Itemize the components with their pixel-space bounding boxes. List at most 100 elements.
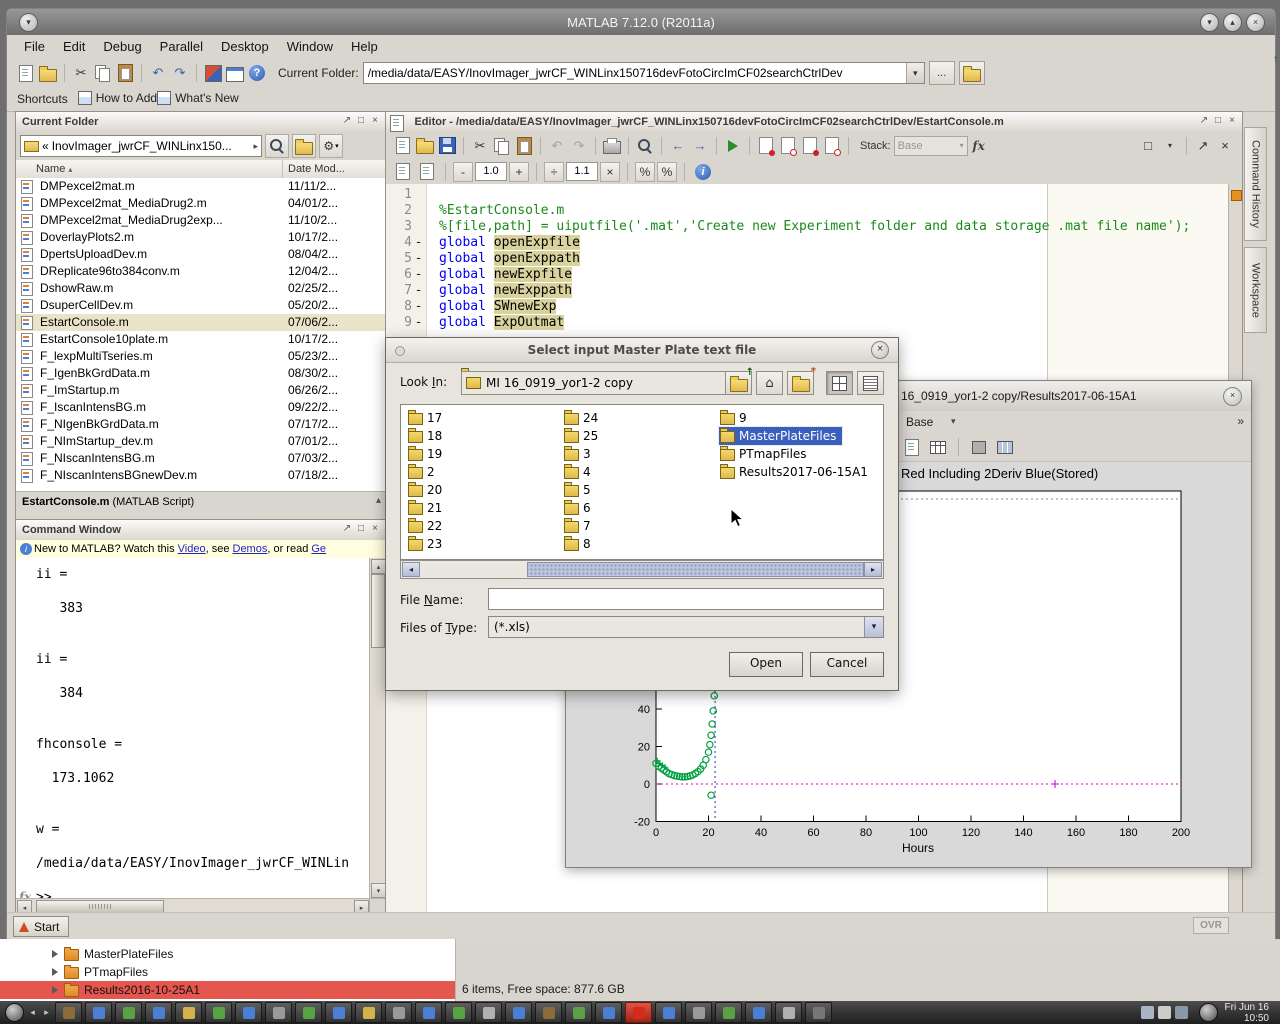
column-header-name[interactable]: Name ▴ bbox=[36, 163, 72, 175]
menu-edit[interactable]: Edit bbox=[54, 35, 94, 54]
file-row[interactable]: F_ImStartup.m06/26/2... bbox=[16, 382, 385, 399]
set-breakpoint-button[interactable] bbox=[756, 136, 776, 156]
taskbar-start-icon[interactable] bbox=[5, 1003, 24, 1022]
up-one-level-button[interactable]: ↑ bbox=[725, 371, 752, 395]
file-row[interactable]: F_NIscanIntensBG.m07/03/2... bbox=[16, 450, 385, 467]
dialog-folder-item[interactable]: 18 bbox=[407, 427, 448, 445]
collapse-details-icon[interactable]: ▴ bbox=[376, 495, 381, 506]
dialog-folder-item[interactable]: 2 bbox=[407, 463, 441, 481]
expand-arrow-icon[interactable] bbox=[52, 968, 58, 976]
divide-value-button[interactable]: ÷ bbox=[544, 162, 564, 182]
expand-arrow-icon[interactable] bbox=[52, 986, 58, 994]
stack-combobox[interactable]: Base ▾ bbox=[894, 136, 968, 156]
code-line[interactable]: 7-global newExppath bbox=[386, 283, 1229, 299]
dialog-folder-item[interactable]: PTmapFiles bbox=[719, 445, 813, 463]
taskbar-app-button[interactable] bbox=[295, 1002, 322, 1023]
code-line[interactable]: 4-global openExpfile bbox=[386, 235, 1229, 251]
current-folder-combobox[interactable]: /media/data/EASY/InovImager_jwrCF_WINLin… bbox=[363, 62, 925, 84]
banner-link[interactable]: Ge bbox=[311, 543, 326, 555]
code-line[interactable]: 9-global ExpOutmat bbox=[386, 315, 1229, 331]
file-row[interactable]: F_IscanIntensBG.m09/22/2... bbox=[16, 399, 385, 416]
file-manager-row[interactable]: MasterPlateFiles bbox=[0, 945, 455, 963]
code-line[interactable]: 6-global newExpfile bbox=[386, 267, 1229, 283]
editor-header[interactable]: Editor - /media/data/EASY/InovImager_jwr… bbox=[386, 112, 1242, 133]
code-line[interactable]: 5-global openExppath bbox=[386, 251, 1229, 267]
open-button[interactable]: Open bbox=[729, 652, 803, 677]
file-row[interactable]: DReplicate96to384conv.m12/04/2... bbox=[16, 263, 385, 280]
scroll-right-icon[interactable]: ▸ bbox=[864, 562, 882, 577]
taskbar-app-button[interactable] bbox=[325, 1002, 352, 1023]
insert-function-button[interactable]: fx bbox=[969, 136, 989, 156]
dialog-folder-item[interactable]: 8 bbox=[563, 535, 597, 553]
chevron-down-icon[interactable]: ▾ bbox=[864, 617, 883, 637]
shortcut-how-to-add[interactable]: How to Add bbox=[78, 91, 157, 105]
close-document-button[interactable]: × bbox=[1215, 136, 1235, 156]
taskbar-app-button[interactable] bbox=[535, 1002, 562, 1023]
previous-cell-button[interactable] bbox=[393, 162, 413, 182]
file-manager-row[interactable]: PTmapFiles bbox=[0, 963, 455, 981]
step-in-button[interactable] bbox=[822, 136, 842, 156]
new-folder-button[interactable] bbox=[292, 134, 316, 158]
taskbar-app-button[interactable] bbox=[475, 1002, 502, 1023]
menu-parallel[interactable]: Parallel bbox=[151, 35, 212, 54]
undo-button[interactable]: ↶ bbox=[547, 136, 567, 156]
increment-value-field[interactable]: 1.0 bbox=[475, 162, 507, 181]
go-back-button[interactable]: ← bbox=[668, 136, 688, 156]
tray-icon[interactable] bbox=[1141, 1006, 1154, 1019]
run-button[interactable] bbox=[723, 136, 743, 156]
shortcut-what-s-new[interactable]: What's New bbox=[157, 91, 239, 105]
workspace-next-icon[interactable]: ▸ bbox=[41, 1007, 52, 1018]
minimize-button[interactable]: ▾ bbox=[1200, 13, 1219, 32]
menu-help[interactable]: Help bbox=[342, 35, 387, 54]
taskbar-app-button[interactable] bbox=[685, 1002, 712, 1023]
dialog-folder-item[interactable]: 20 bbox=[407, 481, 448, 499]
maximize-panel-icon[interactable]: □ bbox=[1211, 115, 1225, 126]
dialog-horizontal-scrollbar[interactable]: ◂ ▸ bbox=[400, 560, 884, 579]
close-button[interactable]: × bbox=[1223, 387, 1242, 406]
layout-menu-button[interactable]: ▾ bbox=[1160, 136, 1180, 156]
look-in-combobox[interactable]: MI 16_0919_yor1-2 copy ▾ bbox=[461, 371, 747, 395]
undock-document-button[interactable]: ↗ bbox=[1193, 136, 1213, 156]
file-row[interactable]: F_IgenBkGrdData.m08/30/2... bbox=[16, 365, 385, 382]
undo-button[interactable]: ↶ bbox=[148, 63, 168, 83]
file-row[interactable]: DMPexcel2mat.m11/11/2... bbox=[16, 178, 385, 195]
copy-button[interactable] bbox=[93, 63, 113, 83]
table-view-button[interactable] bbox=[928, 437, 948, 457]
file-row[interactable]: F_lexpMultiTseries.m05/23/2... bbox=[16, 348, 385, 365]
taskbar-app-button[interactable] bbox=[55, 1002, 82, 1023]
banner-link[interactable]: Video bbox=[178, 543, 206, 555]
scroll-left-icon[interactable]: ◂ bbox=[402, 562, 420, 577]
taskbar-app-button[interactable] bbox=[655, 1002, 682, 1023]
taskbar-clock[interactable]: Fri Jun 16 10:50 bbox=[1221, 1002, 1275, 1024]
taskbar-app-button[interactable] bbox=[115, 1002, 142, 1023]
close-button[interactable]: × bbox=[1246, 13, 1265, 32]
taskbar-menu-icon[interactable] bbox=[1199, 1003, 1218, 1022]
dialog-folder-item[interactable]: 6 bbox=[563, 499, 597, 517]
actions-menu-button[interactable]: ⚙▾ bbox=[319, 134, 343, 158]
go-forward-button[interactable]: → bbox=[690, 136, 710, 156]
details-view-button[interactable] bbox=[857, 371, 884, 395]
step-button[interactable] bbox=[800, 136, 820, 156]
banner-link[interactable]: Demos bbox=[233, 543, 268, 555]
taskbar-app-button[interactable] bbox=[445, 1002, 472, 1023]
command-window-header[interactable]: Command Window ↗ □ × bbox=[16, 520, 385, 541]
code-line[interactable]: 1 bbox=[386, 187, 1229, 203]
file-row[interactable]: F_NImStartup_dev.m07/01/2... bbox=[16, 433, 385, 450]
list-view-button[interactable] bbox=[826, 371, 853, 395]
menu-window[interactable]: Window bbox=[278, 35, 342, 54]
taskbar-app-button[interactable] bbox=[565, 1002, 592, 1023]
taskbar-app-button[interactable] bbox=[175, 1002, 202, 1023]
image-button[interactable] bbox=[969, 437, 989, 457]
file-row[interactable]: DsuperCellDev.m05/20/2... bbox=[16, 297, 385, 314]
file-row[interactable]: DoverlayPlots2.m10/17/2... bbox=[16, 229, 385, 246]
undock-panel-icon[interactable]: ↗ bbox=[340, 115, 354, 126]
dialog-titlebar[interactable]: Select input Master Plate text file × bbox=[386, 338, 898, 363]
comment-button[interactable]: % bbox=[635, 162, 655, 182]
cut-button[interactable]: ✂ bbox=[71, 63, 91, 83]
expand-arrow-icon[interactable] bbox=[52, 950, 58, 958]
copy-button[interactable] bbox=[492, 136, 512, 156]
file-row[interactable]: DMPexcel2mat_MediaDrug2exp...11/10/2... bbox=[16, 212, 385, 229]
taskbar-app-button[interactable] bbox=[505, 1002, 532, 1023]
files-of-type-combobox[interactable]: (*.xls) ▾ bbox=[488, 616, 884, 638]
maximize-panel-icon[interactable]: □ bbox=[354, 115, 368, 126]
